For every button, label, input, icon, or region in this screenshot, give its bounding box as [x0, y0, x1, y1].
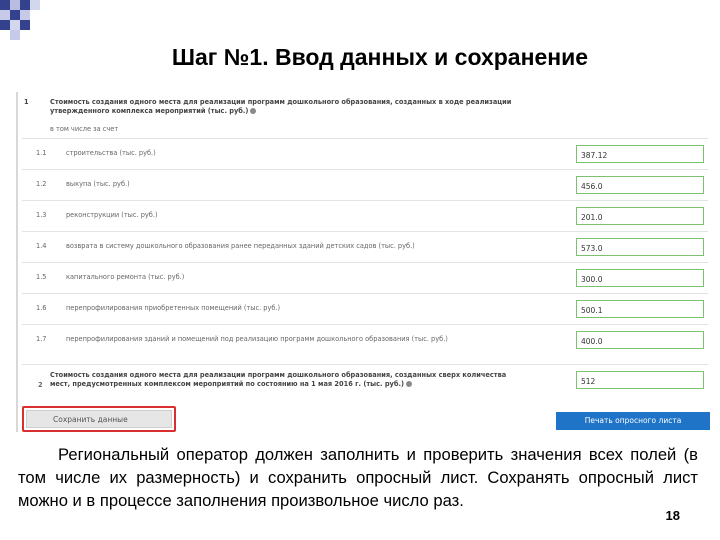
- row-number: 1.6: [36, 304, 47, 312]
- row-number: 1.3: [36, 211, 47, 219]
- section-2-row: 2 Стоимость создания одного места для ре…: [22, 364, 708, 399]
- row-number: 1.4: [36, 242, 47, 250]
- value-input[interactable]: 387.12: [576, 145, 704, 163]
- value-input[interactable]: 456.0: [576, 176, 704, 194]
- table-row: 1.7 перепрофилирования зданий и помещени…: [22, 324, 708, 355]
- row-label: перепрофилирования приобретенных помещен…: [66, 304, 281, 312]
- form-screenshot: 1 Стоимость создания одного места для ре…: [16, 92, 712, 432]
- instruction-text: Региональный оператор должен заполнить и…: [18, 445, 698, 510]
- help-icon[interactable]: [405, 381, 412, 387]
- table-row: 1.3 реконструкции (тыс. руб.) 201.0: [22, 200, 708, 231]
- row-label: перепрофилирования зданий и помещений по…: [66, 335, 448, 343]
- value-input[interactable]: 500.1: [576, 300, 704, 318]
- table-row: 1.5 капитального ремонта (тыс. руб.) 300…: [22, 262, 708, 293]
- row-label: реконструкции (тыс. руб.): [66, 211, 158, 219]
- row-label: выкупа (тыс. руб.): [66, 180, 130, 188]
- corner-decoration: [0, 0, 60, 40]
- table-row: 1.4 возврата в систему дошкольного образ…: [22, 231, 708, 262]
- value-input[interactable]: 300.0: [576, 269, 704, 287]
- section-1-title: Стоимость создания одного места для реал…: [50, 98, 512, 115]
- row-number: 1.5: [36, 273, 47, 281]
- page-number: 18: [665, 508, 680, 523]
- save-button-highlight: [22, 406, 176, 432]
- print-button[interactable]: Печать опросного листа: [556, 412, 710, 430]
- row-number: 1.2: [36, 180, 47, 188]
- table-row: 1.1 строительства (тыс. руб.) 387.12: [22, 138, 708, 169]
- row-number: 1.1: [36, 149, 47, 157]
- value-input[interactable]: 512: [576, 371, 704, 389]
- table-row: 1.2 выкупа (тыс. руб.) 456.0: [22, 169, 708, 200]
- section-1-subtitle: в том числе за счет: [50, 125, 119, 133]
- row-label: капитального ремонта (тыс. руб.): [66, 273, 185, 281]
- row-label: возврата в систему дошкольного образован…: [66, 242, 415, 250]
- slide-title: Шаг №1. Ввод данных и сохранение: [171, 44, 589, 70]
- row-number: 1.7: [36, 335, 47, 343]
- value-input[interactable]: 201.0: [576, 207, 704, 225]
- table-row: 1.6 перепрофилирования приобретенных пом…: [22, 293, 708, 324]
- help-icon[interactable]: [250, 108, 257, 114]
- section-2-title: Стоимость создания одного места для реал…: [50, 371, 507, 388]
- row-label: строительства (тыс. руб.): [66, 149, 156, 157]
- value-input[interactable]: 573.0: [576, 238, 704, 256]
- section-2-number: 2: [38, 381, 43, 389]
- value-input[interactable]: 400.0: [576, 331, 704, 349]
- section-1-number: 1: [24, 98, 29, 106]
